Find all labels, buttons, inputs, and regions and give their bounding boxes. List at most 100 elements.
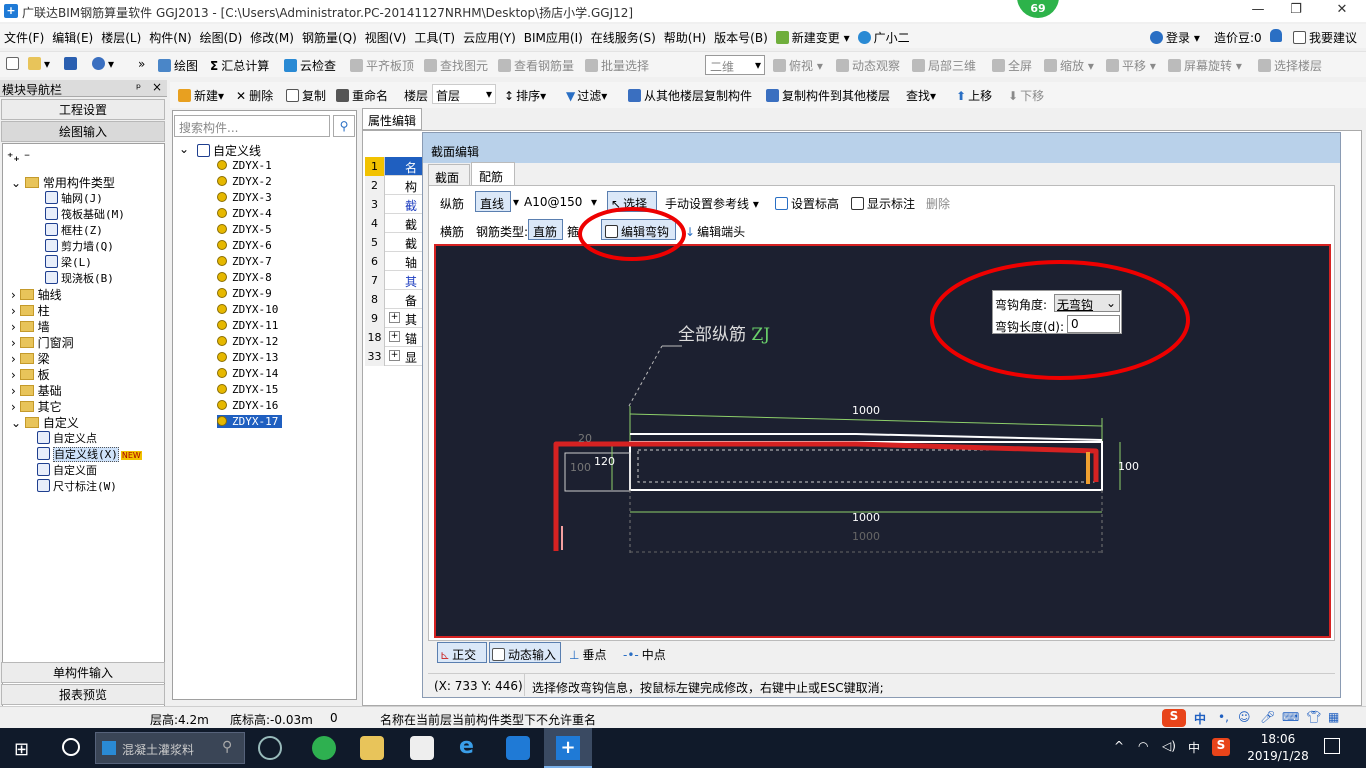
edge-browser-icon[interactable]: e — [459, 734, 474, 759]
line-mode-arrow-icon[interactable]: ▾ — [513, 195, 519, 209]
component-list-item[interactable]: ZDYX-6 — [217, 239, 272, 252]
tray-sogou-icon[interactable]: S — [1212, 738, 1230, 756]
component-list-item[interactable]: ZDYX-13 — [217, 351, 278, 364]
dynamic-input-toggle[interactable]: 动态输入 — [489, 642, 561, 663]
undo-icon[interactable]: ▾ — [92, 57, 114, 71]
collapse-toggle-icon[interactable]: ⌄ — [11, 176, 25, 190]
perpendicular-snap-button[interactable]: ⊥ 垂点 — [569, 646, 606, 663]
filter-button[interactable]: ▼ 过滤▾ — [566, 87, 607, 104]
show-annotation-button[interactable]: 显示标注 — [851, 195, 915, 212]
menu-assistant[interactable]: 广小二 — [854, 24, 914, 51]
menu-component[interactable]: 构件(N) — [145, 24, 195, 51]
menu-view[interactable]: 视图(V) — [361, 24, 411, 51]
property-row[interactable]: 1名 — [365, 157, 423, 176]
nav-tree-item[interactable]: › 墙 — [11, 318, 50, 335]
component-list-item[interactable]: ZDYX-7 — [217, 255, 272, 268]
menu-file[interactable]: 文件(F) — [0, 24, 48, 51]
find-element-button[interactable]: 查找图元 — [424, 57, 488, 74]
component-list-item[interactable]: ZDYX-5 — [217, 223, 272, 236]
midpoint-snap-button[interactable]: -•- 中点 — [623, 646, 666, 663]
nav-tree-item[interactable]: 轴网(J) — [45, 190, 103, 206]
expand-toggle-icon[interactable]: › — [11, 384, 20, 398]
property-row[interactable]: 6轴 — [365, 252, 423, 271]
expand-toggle-icon[interactable]: › — [11, 368, 20, 382]
single-input-button[interactable]: 单构件输入 — [1, 662, 165, 683]
drawing-canvas[interactable]: 全部纵筋 ZJ 1000 1000 1000 100 120 100 20 弯钩… — [434, 244, 1331, 638]
tab-section[interactable]: 截面 — [428, 164, 470, 186]
expand-all-icon[interactable]: ⁺₊ ⁻ — [7, 150, 30, 164]
find-button[interactable]: 查找▾ — [906, 87, 936, 104]
punctuation-icon[interactable]: •, — [1218, 710, 1229, 724]
overflow-chevron-icon[interactable]: » — [138, 57, 145, 71]
collapse-toggle-icon[interactable]: ⌄ — [11, 416, 25, 430]
nav-tree-item[interactable]: 剪力墙(Q) — [45, 238, 114, 254]
toolbox-icon[interactable]: ▦ — [1328, 710, 1339, 724]
nav-tree-item[interactable]: 现浇板(B) — [45, 270, 114, 286]
menu-draw[interactable]: 绘图(D) — [196, 24, 247, 51]
copy-to-other-floor-button[interactable]: 复制构件到其他楼层 — [766, 87, 890, 104]
maximize-button[interactable]: ❐ — [1284, 2, 1308, 20]
local-3d-button[interactable]: 局部三维 — [912, 57, 976, 74]
component-list-item[interactable]: ZDYX-2 — [217, 175, 272, 188]
floor-select[interactable]: 首层 ▾ — [432, 84, 496, 104]
sum-calc-button[interactable]: Σ 汇总计算 — [210, 57, 269, 74]
cortana-icon[interactable] — [62, 738, 80, 756]
ime-chinese-indicator[interactable]: 中 — [1194, 710, 1206, 727]
draw-input-button[interactable]: 绘图输入 — [1, 121, 165, 142]
hook-angle-select[interactable]: 无弯钩 ⌄ — [1054, 294, 1120, 312]
new-component-button[interactable]: 新建▾ — [178, 87, 224, 104]
open-file-icon[interactable]: ▾ — [28, 57, 50, 71]
menu-edit[interactable]: 编辑(E) — [48, 24, 97, 51]
emoji-icon[interactable]: ☺ — [1238, 710, 1251, 724]
section-drawing[interactable] — [436, 246, 1329, 636]
windows-start-icon[interactable]: ⊞ — [14, 739, 29, 760]
component-list-item[interactable]: ZDYX-14 — [217, 367, 278, 380]
component-list-item[interactable]: ZDYX-11 — [217, 319, 278, 332]
menu-modify[interactable]: 修改(M) — [246, 24, 298, 51]
rebar-spec-value[interactable]: A10@150 — [524, 195, 582, 209]
network-icon[interactable]: ◠ — [1138, 739, 1148, 753]
expand-toggle-icon[interactable]: › — [11, 336, 20, 350]
long-rebar-line[interactable] — [553, 441, 1099, 551]
straight-rebar-button[interactable]: 直筋 — [528, 219, 563, 240]
nav-tree-item[interactable]: 自定义面 — [37, 462, 97, 478]
component-list-item[interactable]: ZDYX-8 — [217, 271, 272, 284]
screen-rotate-button[interactable]: 屏幕旋转 ▾ — [1168, 57, 1242, 74]
select-tool-button[interactable]: ↖ 选择 — [607, 191, 657, 212]
clock-date[interactable]: 2019/1/28 — [1244, 749, 1312, 763]
expand-toggle-icon[interactable]: › — [11, 320, 20, 334]
save-icon[interactable] — [64, 57, 80, 71]
nav-tree-item[interactable]: ⌄ 自定义 — [11, 414, 79, 431]
menu-floor[interactable]: 楼层(L) — [97, 24, 145, 51]
search-input[interactable]: 搜索构件... — [174, 115, 330, 137]
line-mode-button[interactable]: 直线 — [475, 191, 511, 212]
volume-icon[interactable]: ◁) — [1162, 739, 1176, 753]
browser-360-icon[interactable] — [258, 736, 282, 760]
ortho-toggle[interactable]: ⊾ 正交 — [437, 642, 487, 663]
move-down-button[interactable]: ⬇ 下移 — [1008, 87, 1044, 104]
menu-new-change[interactable]: 新建变更 ▾ — [772, 24, 854, 51]
active-app-task[interactable]: + — [544, 728, 592, 768]
expand-plus-icon[interactable]: + — [389, 350, 400, 361]
top-view-button[interactable]: 俯视 ▾ — [773, 57, 823, 74]
expand-plus-icon[interactable]: + — [389, 331, 400, 342]
microphone-icon[interactable]: 🎤︎ — [1260, 710, 1275, 724]
delete-component-button[interactable]: ✕ 删除 — [236, 87, 273, 104]
action-center-icon[interactable] — [1324, 738, 1340, 754]
draw-button[interactable]: 绘图 — [158, 57, 198, 74]
menu-cloud[interactable]: 云应用(Y) — [459, 24, 520, 51]
component-list-item[interactable]: ZDYX-16 — [217, 399, 278, 412]
component-list-item[interactable]: ZDYX-4 — [217, 207, 272, 220]
nav-tree-item[interactable]: 尺寸标注(W) — [37, 478, 117, 494]
glodon-g-icon[interactable] — [506, 736, 530, 760]
clock-time[interactable]: 18:06 — [1250, 732, 1306, 746]
price-beans[interactable]: 造价豆:0 — [1214, 29, 1262, 46]
set-elevation-button[interactable]: 设置标高 — [775, 195, 839, 212]
property-row[interactable]: 2构 — [365, 176, 423, 195]
view-mode-select[interactable]: 二维 ▾ — [705, 55, 765, 75]
expand-toggle-icon[interactable]: › — [11, 288, 20, 302]
tab-property-edit[interactable]: 属性编辑 — [362, 108, 422, 130]
view-rebar-button[interactable]: 查看钢筋量 — [498, 57, 574, 74]
report-preview-button[interactable]: 报表预览 — [1, 684, 165, 705]
keyboard-icon[interactable]: ⌨ — [1282, 710, 1299, 724]
